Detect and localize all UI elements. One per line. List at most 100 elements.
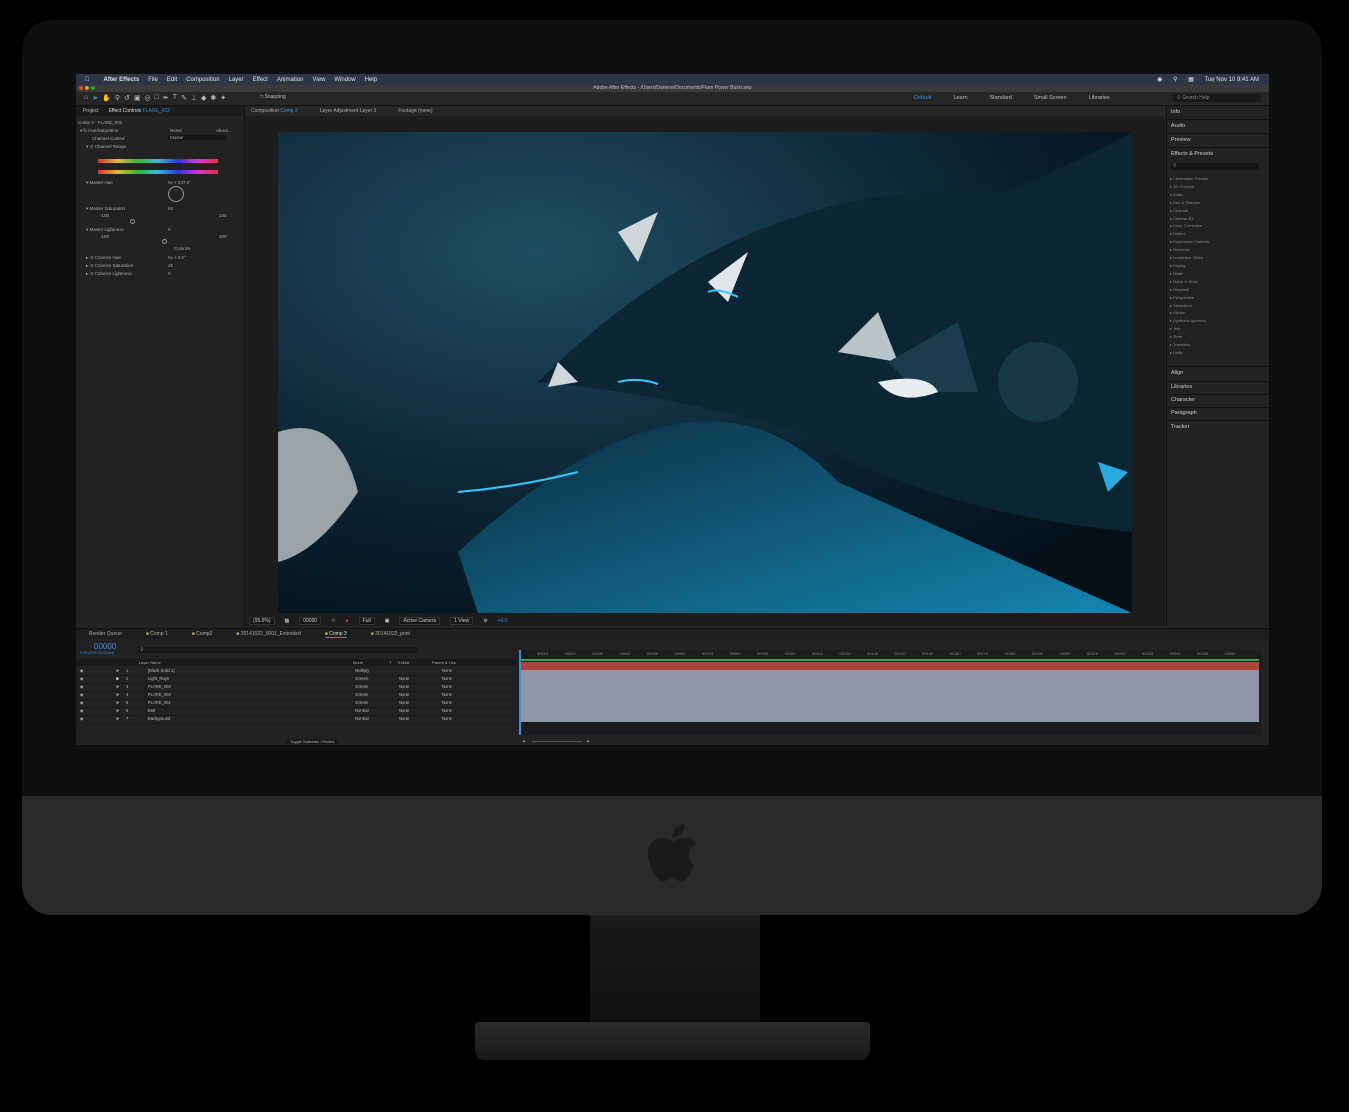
effects-category[interactable]: ▸ Expression Controls — [1170, 238, 1209, 246]
colorize-lightness-value[interactable]: 0 — [168, 271, 171, 276]
master-saturation-value[interactable]: 62 — [168, 206, 173, 211]
layer-trkmat-dropdown[interactable]: None — [399, 716, 409, 721]
layer-name[interactable]: Background — [148, 716, 170, 721]
effects-category[interactable]: ▸ Matte — [1170, 270, 1209, 278]
close-window-icon[interactable] — [79, 86, 83, 90]
workspace-learn[interactable]: Learn — [953, 95, 967, 101]
layer-name[interactable]: FLARE_002 — [148, 692, 171, 697]
time-ruler[interactable]: 00010 00020 00030 00040 00050 00060 00070 00080… — [519, 650, 1261, 658]
colorize-saturation-value[interactable]: 25 — [168, 263, 173, 268]
menubar-clock[interactable]: Tue Nov 10 9:41 AM — [1205, 77, 1259, 83]
workspace-small-screen[interactable]: Small Screen — [1034, 95, 1067, 101]
camera-dropdown[interactable]: Active Camera — [399, 617, 441, 625]
brush-tool-icon[interactable]: ✎ — [181, 94, 187, 102]
layer-parent-dropdown[interactable]: None — [442, 708, 452, 713]
layer-parent-dropdown[interactable]: None — [442, 676, 452, 681]
layer-row[interactable]: ◉ ■ 7 Background Normal None None — [76, 715, 516, 724]
composition-viewer-image[interactable] — [278, 132, 1132, 613]
tab-project[interactable]: Project — [83, 108, 99, 114]
panel-preview[interactable]: Preview — [1171, 137, 1191, 143]
layer-trkmat-dropdown[interactable]: None — [399, 700, 409, 705]
pen-tool-icon[interactable]: ✒ — [163, 94, 169, 102]
puppet-tool-icon[interactable]: ✦ — [220, 94, 226, 102]
tab-footage[interactable]: Footage (none) — [398, 108, 432, 114]
effects-category[interactable]: ▸ Cinema 4D — [1170, 215, 1209, 223]
layer-parent-dropdown[interactable]: None — [442, 692, 452, 697]
zoom-tool-icon[interactable]: ⚲ — [115, 94, 120, 102]
spotlight-icon[interactable]: ⚲ — [1173, 77, 1177, 83]
menu-edit[interactable]: Edit — [167, 77, 177, 83]
layer-parent-dropdown[interactable]: None — [442, 700, 452, 705]
workspace-libraries[interactable]: Libraries — [1089, 95, 1110, 101]
layer-mode-dropdown[interactable]: Multiply — [355, 668, 369, 673]
colorize-checkbox[interactable]: Colorize — [174, 246, 191, 251]
effects-category[interactable]: ▸ Text — [1170, 325, 1209, 333]
lightness-slider-handle[interactable] — [162, 239, 167, 244]
colorize-saturation-label[interactable]: ▸ ◷ Colorize Saturation — [86, 263, 133, 269]
effects-category[interactable]: ▸ Blur & Sharpen — [1170, 199, 1209, 207]
home-icon[interactable]: ⌂ — [84, 94, 88, 102]
layer-mode-dropdown[interactable]: Screen — [355, 684, 368, 689]
layer-name[interactable]: FLARE_001 — [148, 700, 171, 705]
effects-category[interactable]: ▸ Synthetic Aperture — [1170, 317, 1209, 325]
exposure-value[interactable]: +0.0 — [498, 618, 508, 624]
effects-category[interactable]: ▸ Noise & Grain — [1170, 278, 1209, 286]
hand-tool-icon[interactable]: ✋ — [102, 94, 111, 102]
menu-view[interactable]: View — [313, 77, 326, 83]
effects-category[interactable]: ▸ Obsolete — [1170, 286, 1209, 294]
effects-category[interactable]: ▸ Perspective — [1170, 294, 1209, 302]
layer-trkmat-dropdown[interactable]: None — [399, 684, 409, 689]
tab-render-queue[interactable]: Render Queue — [89, 631, 122, 637]
wifi-icon[interactable]: ◉ — [1157, 77, 1162, 83]
color-channel-icon[interactable]: ● — [346, 618, 349, 624]
effects-category[interactable]: ▸ Simulation — [1170, 302, 1209, 310]
roto-brush-tool-icon[interactable]: ✱ — [210, 94, 216, 102]
effects-category[interactable]: ▸ Utility — [1170, 349, 1209, 357]
timeline-search-input[interactable]: ⚲ — [138, 647, 418, 653]
effects-category[interactable]: ▸ Stylize — [1170, 309, 1209, 317]
zoom-in-icon[interactable]: ▲ — [586, 738, 590, 743]
panel-libraries[interactable]: Libraries — [1171, 384, 1192, 390]
layer-trkmat-dropdown[interactable]: None — [399, 676, 409, 681]
work-area-bar[interactable] — [519, 659, 1259, 661]
colorize-hue-value[interactable]: 0x + 0.0° — [168, 255, 186, 260]
effects-search-input[interactable]: ⚲ — [1171, 163, 1259, 170]
colorize-lightness-label[interactable]: ▸ ◷ Colorize Lightness — [86, 271, 132, 277]
zoom-window-icon[interactable] — [91, 86, 95, 90]
tab-comp-1[interactable]: ■ Comp 1 — [146, 631, 168, 637]
panel-effects-presets[interactable]: Effects & Presets — [1171, 151, 1213, 157]
tab-effect-controls[interactable]: Effect Controls FLARE_002 — [109, 108, 170, 114]
layer-name[interactable]: [Black Solid 1] — [148, 668, 175, 673]
layer-visibility-icon[interactable]: ◉ — [80, 716, 84, 721]
saturation-slider-handle[interactable] — [130, 219, 135, 224]
menu-effect[interactable]: Effect — [253, 77, 268, 83]
type-tool-icon[interactable]: T — [173, 94, 177, 102]
grid-icon[interactable]: ▦ — [285, 618, 290, 624]
effects-category[interactable]: ▸ Generate — [1170, 246, 1209, 254]
workspace-standard[interactable]: Standard — [990, 95, 1012, 101]
menu-help[interactable]: Help — [365, 77, 377, 83]
master-hue-dial[interactable] — [168, 186, 184, 202]
menu-animation[interactable]: Animation — [277, 77, 304, 83]
fast-previews-icon[interactable]: ⚙ — [483, 618, 487, 624]
about-link[interactable]: About... — [216, 128, 232, 133]
tab-comp2[interactable]: ■ Comp2 — [192, 631, 213, 637]
clone-stamp-tool-icon[interactable]: ⊥ — [191, 94, 197, 102]
layer-name[interactable]: Ball — [148, 708, 155, 713]
tab-extended[interactable]: ■ 20141022_0001_Extended — [236, 631, 300, 637]
search-help-input[interactable]: ⚲ Search Help — [1173, 94, 1261, 102]
layer-parent-dropdown[interactable]: None — [442, 716, 452, 721]
master-hue-label[interactable]: ▾ Master Hue — [86, 180, 113, 186]
menu-composition[interactable]: Composition — [186, 77, 219, 83]
tab-layer[interactable]: Layer Adjustment Layer 3 — [320, 108, 377, 114]
current-time-field[interactable]: 00000 — [299, 617, 322, 625]
snapshot-icon[interactable]: ☉ — [331, 618, 335, 624]
layer-visibility-icon[interactable]: ◉ — [80, 708, 84, 713]
layer-visibility-icon[interactable]: ◉ — [80, 700, 84, 705]
timeline-current-time[interactable]: 00000 — [94, 642, 116, 651]
selection-tool-icon[interactable]: ➤ — [92, 94, 98, 102]
snapping-checkbox[interactable]: □ Snapping — [260, 94, 286, 102]
layer-name[interactable]: FLARE_003 — [148, 684, 171, 689]
tab-print[interactable]: ■ 20141022_print — [371, 631, 410, 637]
resolution-dropdown[interactable]: Full — [358, 617, 375, 625]
